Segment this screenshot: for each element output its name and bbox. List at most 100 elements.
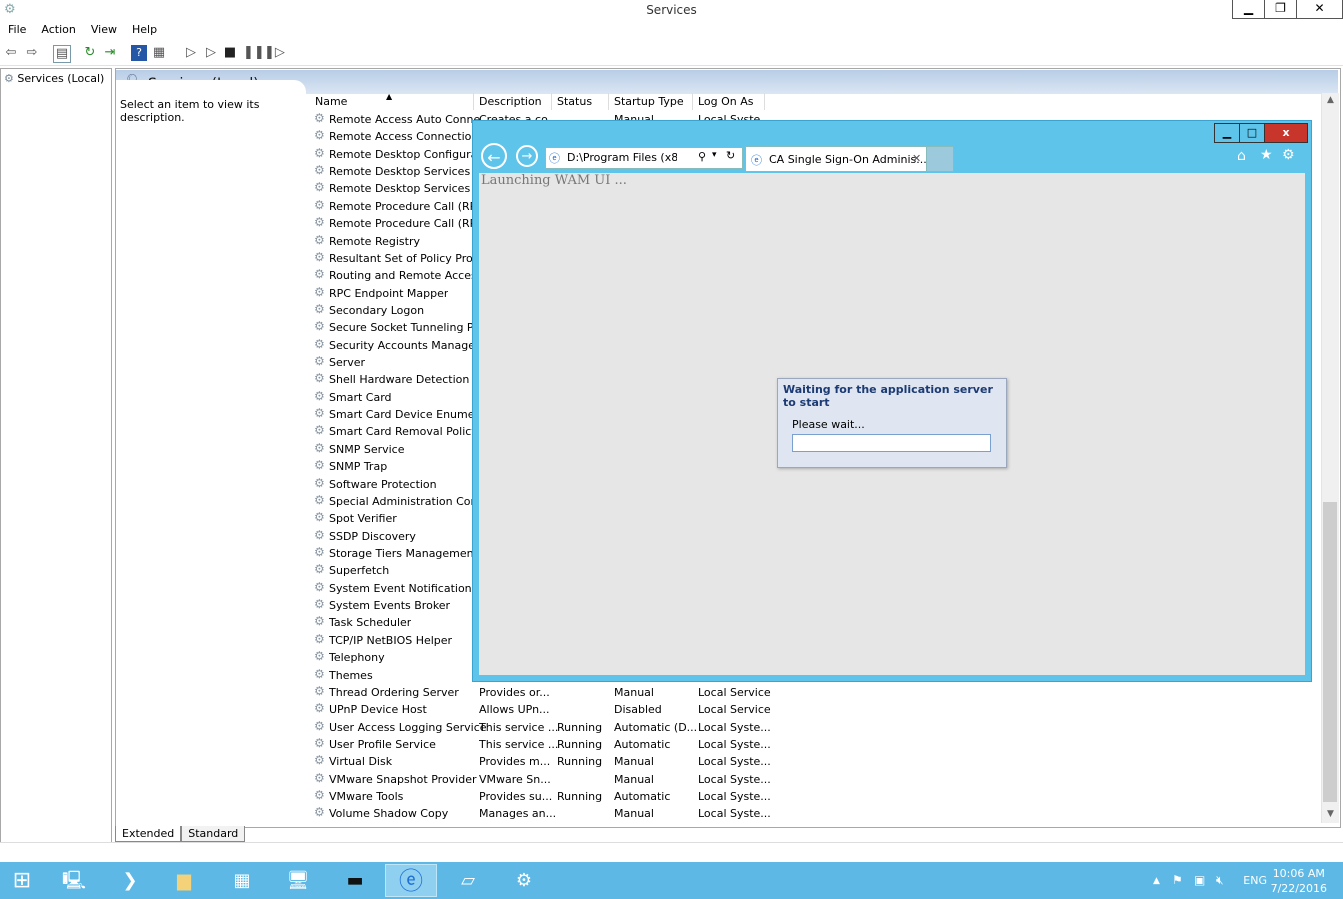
column-header-log-on-as[interactable]: Log On As — [693, 93, 765, 110]
address-bar[interactable]: ⓔ D:\Program Files (x86)\Site ⚲ ▾ ↻ — [545, 147, 743, 169]
service-name: VMware Snapshot Provider — [329, 772, 477, 786]
restart-service-icon[interactable]: ❚▷ — [264, 45, 285, 61]
window-title-bar: ⚙ Services ▁ ❐ ✕ — [0, 0, 1343, 22]
new-tab-button[interactable] — [926, 146, 954, 172]
service-description: VMware Sn... — [479, 772, 551, 786]
ie-restore-button[interactable]: □ — [1239, 123, 1265, 143]
services-gear-icon[interactable]: ⚙ — [498, 864, 550, 897]
start-service-alt-icon[interactable]: ▷ — [203, 45, 219, 61]
back-button[interactable]: ← — [481, 143, 507, 169]
menu-file[interactable]: File — [0, 21, 33, 36]
network-tray-icon[interactable]: ▣ — [1194, 873, 1205, 887]
gear-icon: ⚙ — [314, 423, 325, 438]
column-header-description[interactable]: Description — [474, 93, 552, 110]
gear-icon: ⚙ — [314, 597, 325, 612]
refresh-icon[interactable]: ↻ — [726, 149, 735, 162]
service-name: Shell Hardware Detection — [329, 373, 470, 387]
restore-button[interactable]: ❐ — [1264, 0, 1297, 19]
ie-close-button[interactable]: x — [1264, 123, 1308, 143]
home-icon[interactable]: ⌂ — [1237, 148, 1246, 164]
start-service-icon[interactable]: ▷ — [183, 45, 199, 61]
internet-explorer-icon[interactable]: ⓔ — [385, 864, 437, 897]
service-name: Special Administration Con... — [329, 494, 488, 508]
table-row[interactable]: ⚙ Volume Shadow Copy Manages an... Manual Lo… — [314, 805, 774, 822]
table-row[interactable]: ⚙ User Access Logging Service This service… — [314, 719, 774, 736]
service-logon: Local Service — [698, 703, 771, 717]
address-text: D:\Program Files (x86)\Site — [567, 151, 677, 164]
service-name: User Access Logging Service — [329, 720, 487, 734]
gear-icon: ⚙ — [314, 180, 325, 195]
favorites-star-icon[interactable]: ★ — [1260, 147, 1273, 163]
refresh-icon[interactable]: ↻ — [82, 45, 98, 61]
gear-icon: ⚙ — [314, 336, 325, 351]
service-name: SNMP Trap — [329, 460, 388, 474]
help-icon[interactable]: ? — [131, 45, 147, 61]
clock-date: 7/22/2016 — [1270, 882, 1327, 895]
minimize-button[interactable]: ▁ — [1232, 0, 1265, 19]
show-hidden-icons-icon[interactable]: ▲ — [1153, 876, 1160, 886]
tab-standard[interactable]: Standard — [181, 826, 246, 842]
menu-action[interactable]: Action — [33, 21, 82, 36]
dropdown-arrow-icon[interactable]: ▾ — [712, 150, 717, 160]
tab-extended[interactable]: Extended — [115, 826, 182, 842]
tab-title: CA Single Sign-On Adminis... — [769, 153, 927, 166]
table-row[interactable]: ⚙ User Profile Service This service ... Run… — [314, 736, 774, 753]
show-hide-tree-icon[interactable]: ▤ — [53, 45, 71, 63]
clock[interactable]: 10:06 AM 7/22/2016 — [1271, 866, 1327, 896]
powershell-icon[interactable]: ❯ — [104, 864, 156, 897]
pause-service-icon[interactable]: ❚❚ — [243, 45, 265, 61]
menu-help[interactable]: Help — [124, 21, 164, 36]
service-startup-type: Manual — [614, 772, 654, 786]
action-center-flag-icon[interactable]: ⚑ — [1172, 873, 1183, 887]
forward-button[interactable]: → — [516, 145, 538, 167]
gear-icon: ⚙ — [314, 458, 325, 473]
column-name-label: Name — [315, 95, 348, 108]
service-description: Provides m... — [479, 755, 551, 769]
column-header-startup-type[interactable]: Startup Type — [609, 93, 693, 110]
close-button[interactable]: ✕ — [1296, 0, 1343, 19]
start-windows-icon[interactable]: ⊞ — [0, 864, 44, 897]
menu-view[interactable]: View — [83, 21, 124, 36]
gear-icon: ⚙ — [314, 163, 325, 178]
table-row[interactable]: ⚙ UPnP Device Host Allows UPn... Disabled Lo… — [314, 701, 774, 718]
service-startup-type: Manual — [614, 807, 654, 821]
table-row[interactable]: ⚙ Thread Ordering Server Provides or... Man… — [314, 684, 774, 701]
computer-management-icon[interactable]: 🖥︎ — [272, 864, 324, 897]
scroll-thumb[interactable] — [1323, 502, 1337, 802]
back-arrow-icon[interactable]: ⇦ — [3, 45, 19, 61]
view-tabs: Extended Standard — [115, 826, 246, 842]
gear-icon: ⚙ — [314, 666, 325, 681]
tree-node-services-local[interactable]: ⚙ Services (Local) — [4, 72, 104, 85]
stop-service-icon[interactable]: ■ — [222, 45, 238, 61]
forward-arrow-icon[interactable]: ⇨ — [24, 45, 40, 61]
scroll-up-icon[interactable]: ▲ — [1324, 95, 1337, 105]
column-header-status[interactable]: Status — [552, 93, 609, 110]
header-tab-curve — [116, 80, 306, 94]
gear-icon: ⚙ — [314, 406, 325, 421]
settings-gear-icon[interactable]: ⚙ — [1282, 147, 1295, 163]
properties-icon[interactable]: ▦ — [151, 45, 167, 61]
scroll-down-icon[interactable]: ▼ — [1324, 809, 1337, 819]
command-prompt-icon[interactable]: ▬ — [329, 864, 381, 897]
gear-icon: ⚙ — [314, 562, 325, 577]
table-row[interactable]: ⚙ VMware Snapshot Provider VMware Sn... Man… — [314, 771, 774, 788]
table-row[interactable]: ⚙ VMware Tools Provides su... Running Automa… — [314, 788, 774, 805]
table-row[interactable]: ⚙ Virtual Disk Provides m... Running Manual L… — [314, 753, 774, 770]
ie-minimize-button[interactable]: ▁ — [1214, 123, 1240, 143]
search-icon[interactable]: ⚲ — [698, 150, 706, 163]
network-icon[interactable]: ▦ — [216, 864, 268, 897]
export-list-icon[interactable]: ⇥ — [102, 45, 118, 61]
browser-tab[interactable]: ⓔ CA Single Sign-On Adminis... ✕ — [745, 146, 927, 172]
close-tab-icon[interactable]: ✕ — [912, 152, 921, 165]
vertical-scrollbar[interactable]: ▲ ▼ — [1321, 93, 1339, 823]
file-explorer-icon[interactable]: ▆ — [158, 864, 210, 897]
input-language[interactable]: ENG — [1243, 874, 1267, 887]
server-manager-icon[interactable]: 🖳︎ — [48, 864, 100, 897]
gear-icon: ⚙ — [314, 111, 325, 125]
notepad-icon[interactable]: ▱ — [442, 864, 494, 897]
column-header-name[interactable]: Name ▲ — [310, 92, 474, 110]
tree-node-label: Services (Local) — [17, 72, 105, 85]
speaker-muted-icon[interactable]: 🔇︎ — [1216, 873, 1224, 888]
sort-ascending-icon: ▲ — [386, 92, 393, 101]
service-name: Secondary Logon — [329, 303, 425, 317]
